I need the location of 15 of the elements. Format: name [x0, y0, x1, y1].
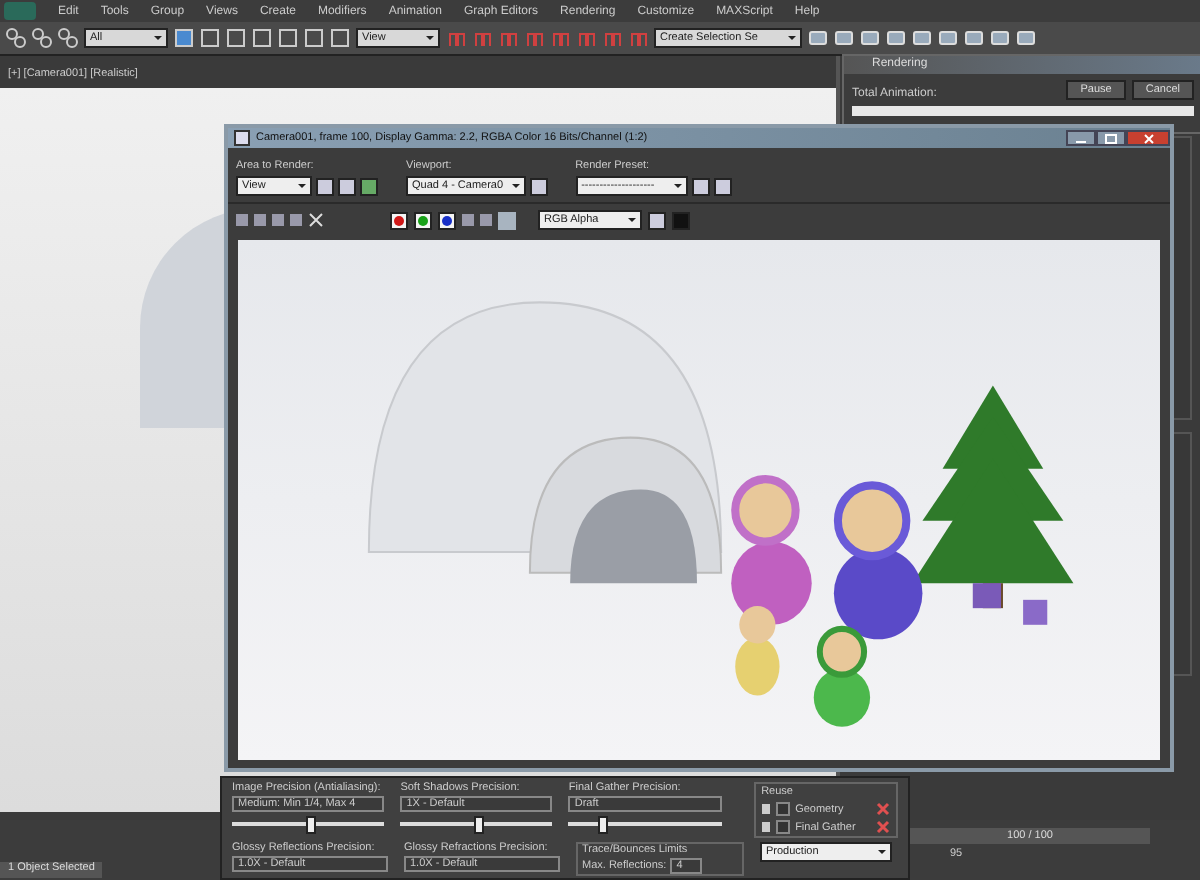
close-icon: [1141, 133, 1155, 143]
clear-icon[interactable]: [308, 212, 324, 228]
channel-toggle[interactable]: [438, 211, 456, 229]
delete-icon[interactable]: [876, 802, 891, 816]
link-icon[interactable]: [6, 28, 26, 48]
color-swatch[interactable]: [498, 211, 516, 229]
delete-icon[interactable]: [876, 820, 891, 834]
channel-toggle[interactable]: [414, 211, 432, 229]
minimize-button[interactable]: [1066, 130, 1096, 146]
maximize-icon: [1104, 133, 1118, 143]
close-button[interactable]: [1126, 130, 1170, 146]
channel-toggle[interactable]: [390, 211, 408, 229]
maximize-button[interactable]: [1096, 130, 1126, 146]
checkbox[interactable]: [775, 820, 790, 834]
checkbox[interactable]: [775, 802, 790, 816]
